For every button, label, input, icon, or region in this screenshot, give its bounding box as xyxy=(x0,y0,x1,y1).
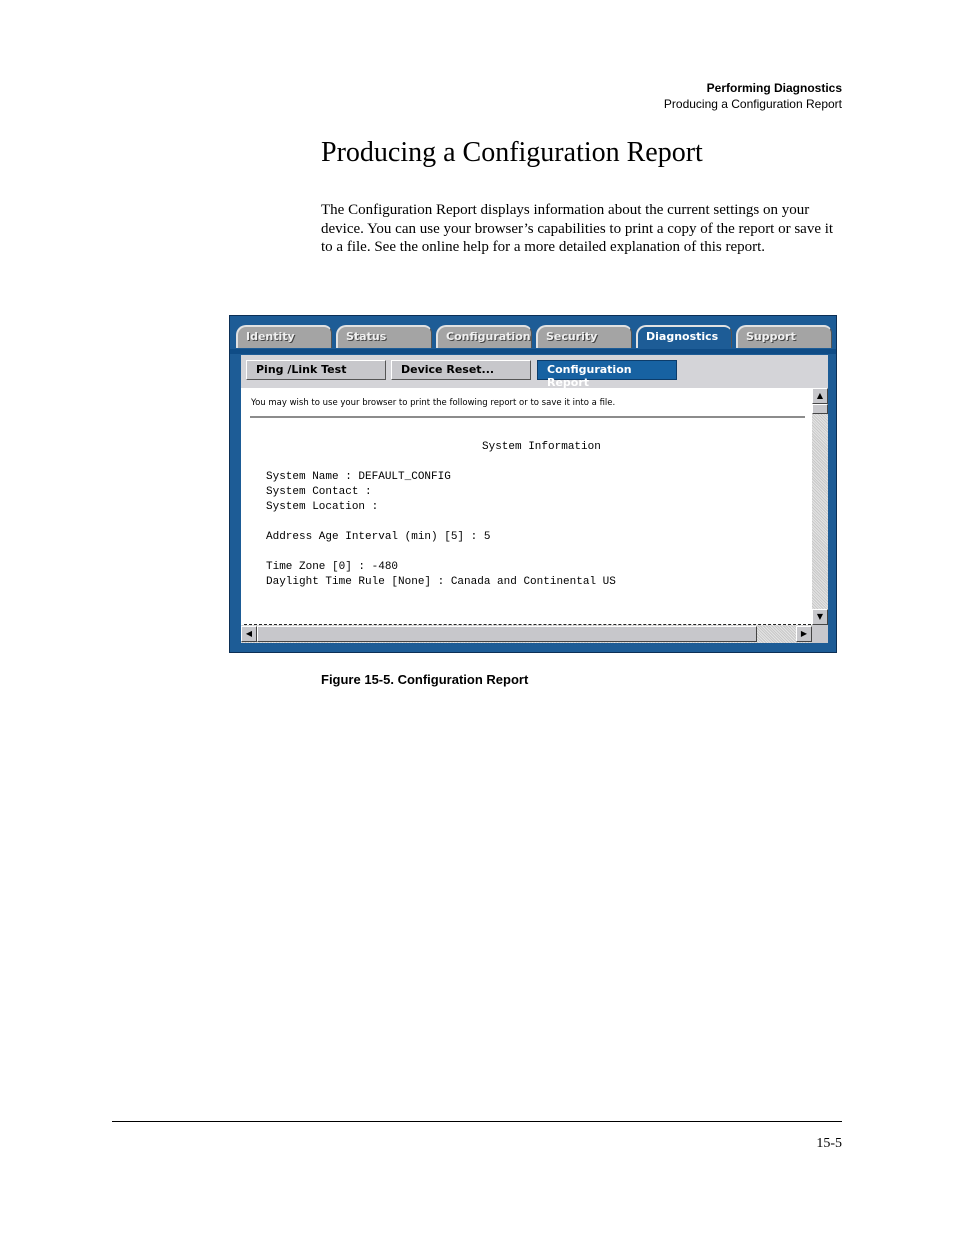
print-note: You may wish to use your browser to prin… xyxy=(251,398,616,408)
page-title: Producing a Configuration Report xyxy=(321,137,703,168)
report-line: System Contact : xyxy=(266,486,372,498)
report-line xyxy=(266,545,616,560)
tab-support[interactable]: Support xyxy=(736,325,832,348)
vertical-scroll-thumb[interactable] xyxy=(812,404,828,414)
tab-identity[interactable]: Identity xyxy=(236,325,332,348)
report-heading: System Information xyxy=(482,441,601,453)
report-line: Daylight Time Rule [None] : Canada and C… xyxy=(266,576,616,588)
page-number: 15-5 xyxy=(816,1136,842,1151)
running-header-chapter: Performing Diagnostics xyxy=(706,81,842,95)
report-frame: You may wish to use your browser to prin… xyxy=(241,388,828,643)
report-body: System Name : DEFAULT_CONFIG System Conta… xyxy=(266,470,616,590)
body-paragraph: The Configuration Report displays inform… xyxy=(321,202,834,256)
main-tab-bar: Identity Status Configuration Security D… xyxy=(236,325,836,349)
divider xyxy=(250,416,805,418)
horizontal-scrollbar[interactable]: ◀ ▶ xyxy=(241,625,812,643)
tab-status[interactable]: Status xyxy=(336,325,432,348)
tab-underline xyxy=(230,349,836,354)
report-line xyxy=(266,515,616,530)
sub-navigation: Ping /Link Test Device Reset... Configur… xyxy=(241,355,828,389)
scroll-down-icon[interactable]: ▼ xyxy=(812,609,828,625)
content-panel: Ping /Link Test Device Reset... Configur… xyxy=(241,355,828,643)
report-line: Time Zone [0] : -480 xyxy=(266,561,399,573)
running-header-section: Producing a Configuration Report xyxy=(663,97,842,111)
tab-diagnostics[interactable]: Diagnostics xyxy=(636,325,732,348)
scrollbar-corner xyxy=(812,625,828,643)
ping-link-test-button[interactable]: Ping /Link Test xyxy=(246,360,386,380)
report-line: System Location : xyxy=(266,501,379,513)
tab-security[interactable]: Security xyxy=(536,325,632,348)
tab-configuration[interactable]: Configuration xyxy=(436,325,532,348)
footer-rule xyxy=(112,1121,842,1122)
figure-caption: Figure 15-5. Configuration Report xyxy=(321,672,529,687)
scroll-up-icon[interactable]: ▲ xyxy=(812,388,828,404)
scroll-right-icon[interactable]: ▶ xyxy=(796,626,812,642)
device-reset-button[interactable]: Device Reset... xyxy=(391,360,531,380)
scroll-left-icon[interactable]: ◀ xyxy=(241,626,257,642)
report-line: Address Age Interval (min) [5] : 5 xyxy=(266,531,491,543)
vertical-scrollbar[interactable]: ▲ ▼ xyxy=(812,388,828,625)
configuration-report-button[interactable]: Configuration Report xyxy=(537,360,677,389)
report-line: System Name : DEFAULT_CONFIG xyxy=(266,471,451,483)
screenshot-figure: Identity Status Configuration Security D… xyxy=(229,315,837,653)
horizontal-scroll-thumb[interactable] xyxy=(257,626,757,642)
